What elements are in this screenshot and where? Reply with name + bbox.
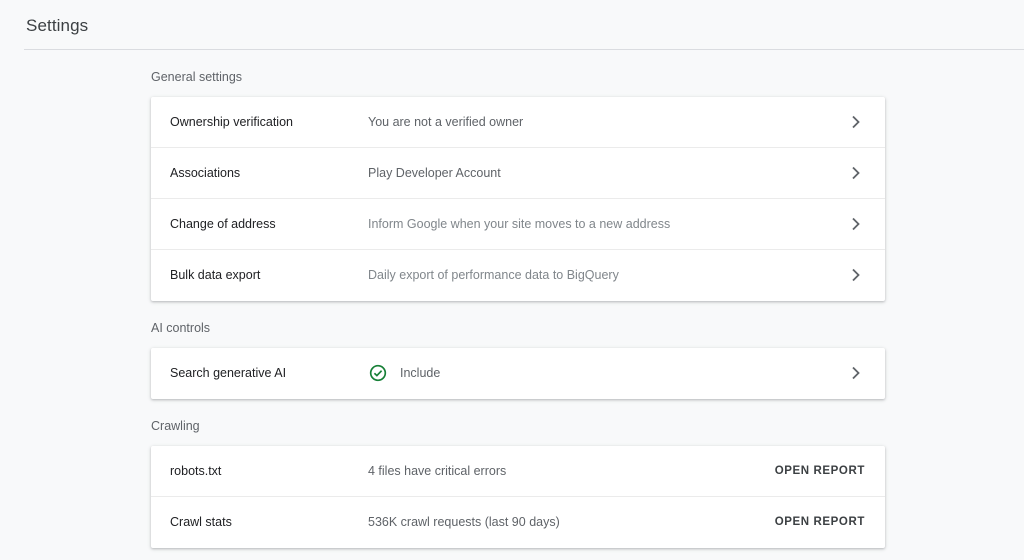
row-associations[interactable]: Associations Play Developer Account (151, 148, 885, 199)
settings-content: General settings Ownership verification … (151, 50, 885, 548)
section-title-crawling: Crawling (151, 419, 200, 433)
row-value: 536K crawl requests (last 90 days) (368, 515, 560, 529)
row-label: robots.txt (170, 464, 222, 478)
crawling-card: robots.txt 4 files have critical errors … (151, 446, 885, 548)
ai-controls-card: Search generative AI Include (151, 348, 885, 399)
chevron-right-icon (852, 366, 860, 380)
page-title: Settings (26, 16, 89, 35)
chevron-right-icon (852, 115, 860, 129)
section-title-general: General settings (151, 70, 243, 84)
check-circle-icon (369, 364, 387, 382)
page-header: Settings (24, 0, 1024, 50)
row-value: Play Developer Account (368, 166, 501, 180)
row-value: You are not a verified owner (368, 115, 524, 129)
row-label: Crawl stats (170, 515, 232, 529)
open-report-button[interactable]: OPEN REPORT (775, 446, 865, 496)
general-settings-card: Ownership verification You are not a ver… (151, 97, 885, 301)
chevron-right-icon (852, 217, 860, 231)
row-search-generative-ai[interactable]: Search generative AI Include (151, 348, 885, 399)
row-label: Search generative AI (170, 366, 287, 380)
row-label: Ownership verification (170, 115, 293, 129)
row-value: Daily export of performance data to BigQ… (368, 268, 619, 282)
chevron-right-icon (852, 166, 860, 180)
settings-page: Settings General settings Ownership veri… (0, 0, 1024, 560)
row-label: Associations (170, 166, 241, 180)
row-bulk-data-export[interactable]: Bulk data export Daily export of perform… (151, 250, 885, 301)
section-title-ai-controls: AI controls (151, 321, 211, 335)
row-label: Change of address (170, 217, 276, 231)
row-crawl-stats: Crawl stats 536K crawl requests (last 90… (151, 497, 885, 548)
chevron-right-icon (852, 268, 860, 282)
row-ownership-verification[interactable]: Ownership verification You are not a ver… (151, 97, 885, 148)
row-value: Include (400, 366, 441, 380)
row-label: Bulk data export (170, 268, 261, 282)
row-robots-txt: robots.txt 4 files have critical errors … (151, 446, 885, 497)
row-change-of-address[interactable]: Change of address Inform Google when you… (151, 199, 885, 250)
row-value: Inform Google when your site moves to a … (368, 217, 671, 231)
open-report-button[interactable]: OPEN REPORT (775, 497, 865, 547)
row-value: 4 files have critical errors (368, 464, 507, 478)
